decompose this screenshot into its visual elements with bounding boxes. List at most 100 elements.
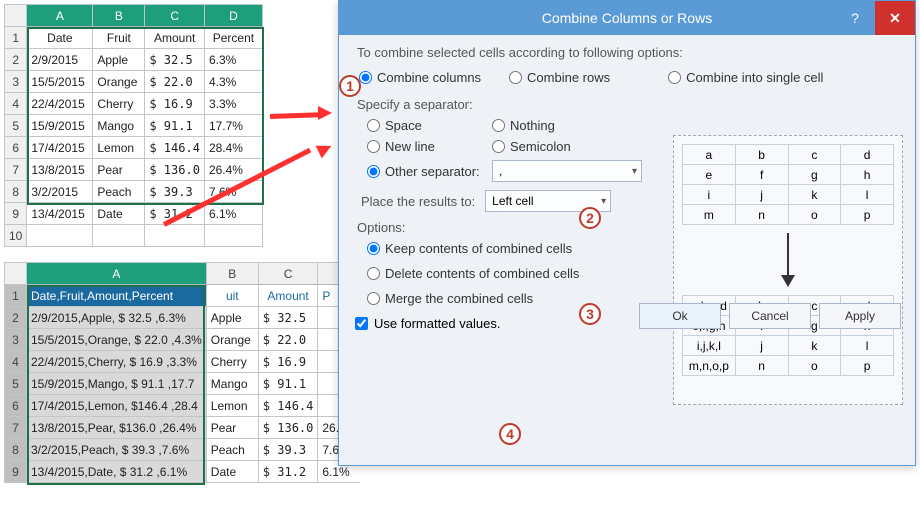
col-header-b[interactable]: B [206,263,258,285]
cell[interactable]: 22/4/2015,Cherry, $ 16.9 ,3.3% [27,351,207,373]
apply-button[interactable]: Apply [819,303,901,329]
cell[interactable]: Date,Fruit,Amount,Percent [27,285,207,307]
cell[interactable]: $ 136.0 [145,159,205,181]
cell[interactable]: Amount [145,27,205,49]
row-header[interactable]: 5 [5,115,27,137]
cell[interactable]: $ 22.0 [145,71,205,93]
cell[interactable]: $ 16.9 [258,351,318,373]
cell[interactable]: $ 32.5 [145,49,205,71]
col-header-c[interactable]: C [258,263,318,285]
cell[interactable]: Date [206,461,258,483]
cell[interactable]: Cherry [206,351,258,373]
col-header-d[interactable]: D [204,5,262,27]
row-header[interactable]: 9 [5,461,27,483]
cell[interactable]: 13/8/2015 [27,159,93,181]
cell[interactable]: Lemon [206,395,258,417]
row-header[interactable]: 2 [5,49,27,71]
row-header[interactable]: 1 [5,285,27,307]
cell[interactable]: $ 39.3 [145,181,205,203]
cell[interactable]: 2/9/2015 [27,49,93,71]
cell[interactable]: Lemon [93,137,145,159]
cell[interactable]: $ 32.5 [258,307,318,329]
radio-input[interactable] [359,71,372,84]
cell[interactable]: $ 91.1 [145,115,205,137]
cell[interactable]: 13/4/2015 [27,203,93,225]
cell[interactable]: 3.3% [204,93,262,115]
radio-input[interactable] [367,242,380,255]
cell[interactable] [93,225,145,247]
cell[interactable]: 6.3% [204,49,262,71]
radio-input[interactable] [509,71,522,84]
help-button[interactable]: ? [835,1,875,35]
cell[interactable]: $ 146.4 [145,137,205,159]
cell[interactable]: 3/2/2015 [27,181,93,203]
checkbox-formatted[interactable] [355,317,368,330]
row-header[interactable]: 1 [5,27,27,49]
radio-other[interactable]: Other separator: [367,164,492,179]
cell[interactable]: Orange [93,71,145,93]
cell[interactable]: Apple [93,49,145,71]
radio-space[interactable]: Space [367,118,492,133]
col-header-b[interactable]: B [93,5,145,27]
row-header[interactable]: 8 [5,181,27,203]
radio-combine-single[interactable]: Combine into single cell [668,70,823,85]
cell[interactable]: Cherry [93,93,145,115]
cell[interactable]: Date [27,27,93,49]
cell[interactable]: Peach [93,181,145,203]
cell[interactable]: $ 146.4 [258,395,318,417]
cell[interactable]: 15/9/2015 [27,115,93,137]
cell[interactable]: 2/9/2015,Apple, $ 32.5 ,6.3% [27,307,207,329]
corner-cell[interactable] [5,5,27,27]
cell[interactable]: Date [93,203,145,225]
corner-cell[interactable] [5,263,27,285]
row-header[interactable]: 4 [5,93,27,115]
cell[interactable]: 13/8/2015,Pear, $136.0 ,26.4% [27,417,207,439]
cell[interactable]: $ 22.0 [258,329,318,351]
cell[interactable]: 13/4/2015,Date, $ 31.2 ,6.1% [27,461,207,483]
cell[interactable]: 15/5/2015 [27,71,93,93]
cell[interactable]: Peach [206,439,258,461]
radio-input[interactable] [492,140,505,153]
cell[interactable]: 17.7% [204,115,262,137]
row-header[interactable]: 9 [5,203,27,225]
cell[interactable]: $ 136.0 [258,417,318,439]
cell[interactable] [27,225,93,247]
cell[interactable]: Mango [206,373,258,395]
row-header[interactable]: 2 [5,307,27,329]
row-header[interactable]: 8 [5,439,27,461]
cell[interactable]: $ 16.9 [145,93,205,115]
cell[interactable]: 3/2/2015,Peach, $ 39.3 ,7.6% [27,439,207,461]
result-table[interactable]: A B C 1 Date,Fruit,Amount,Percent uit Am… [4,262,360,483]
cell[interactable]: Apple [206,307,258,329]
cell[interactable]: Orange [206,329,258,351]
radio-input[interactable] [367,267,380,280]
row-header[interactable]: 3 [5,71,27,93]
cell[interactable]: uit [206,285,258,307]
cell[interactable]: 6.1% [204,203,262,225]
cell[interactable]: 28.4% [204,137,262,159]
cell[interactable]: Pear [206,417,258,439]
close-button[interactable]: ✕ [875,1,915,35]
radio-semicolon[interactable]: Semicolon [492,139,617,154]
cell[interactable]: $ 91.1 [258,373,318,395]
radio-combine-rows[interactable]: Combine rows [509,70,610,85]
cell[interactable]: Amount [258,285,318,307]
row-header[interactable]: 4 [5,351,27,373]
radio-newline[interactable]: New line [367,139,492,154]
cell[interactable] [204,225,262,247]
radio-input[interactable] [668,71,681,84]
row-header[interactable]: 5 [5,373,27,395]
row-header[interactable]: 7 [5,159,27,181]
radio-input[interactable] [367,140,380,153]
cancel-button[interactable]: Cancel [729,303,811,329]
cell[interactable]: 4.3% [204,71,262,93]
cell[interactable] [145,225,205,247]
cell[interactable]: $ 39.3 [258,439,318,461]
dialog-titlebar[interactable]: Combine Columns or Rows ? ✕ [339,1,915,35]
cell[interactable]: 17/4/2015,Lemon, $146.4 ,28.4 [27,395,207,417]
cell[interactable]: Pear [93,159,145,181]
cell[interactable]: Mango [93,115,145,137]
cell[interactable]: 17/4/2015 [27,137,93,159]
cell[interactable]: $ 31.2 [258,461,318,483]
ok-button[interactable]: Ok [639,303,721,329]
